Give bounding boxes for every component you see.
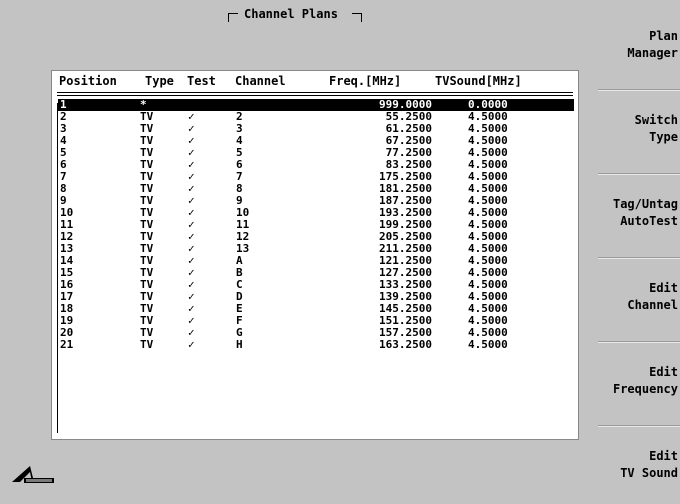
table-header: Position Type Test Channel Freq.[MHz] TV… bbox=[57, 74, 573, 92]
screen-title: Channel Plans bbox=[228, 6, 438, 28]
cell-tv-sound: 4.5000 bbox=[468, 338, 508, 351]
softkey-label-line2: Channel bbox=[627, 298, 678, 312]
softkey-divider bbox=[598, 89, 680, 91]
softkey-bar: Plan Manager Switch Type Tag/Untag AutoTest Ed… bbox=[598, 0, 680, 504]
softkey-divider bbox=[598, 341, 680, 343]
cell-freq: 163.2500 bbox=[379, 338, 432, 351]
header-tv-sound: TVSound[MHz] bbox=[435, 74, 522, 88]
softkey-divider bbox=[598, 425, 680, 427]
softkey-label-line1: Edit bbox=[649, 281, 678, 295]
header-position: Position bbox=[59, 74, 117, 88]
softkey-label-line1: Tag/Untag bbox=[612, 197, 678, 211]
plan-manager-softkey[interactable]: Plan Manager bbox=[596, 28, 678, 62]
cell-channel: H bbox=[236, 338, 243, 351]
edit-tv-sound-softkey[interactable]: Edit TV Sound bbox=[596, 448, 678, 482]
tag-untag-autotest-softkey[interactable]: Tag/Untag AutoTest bbox=[596, 196, 678, 230]
title-bracket-left bbox=[228, 13, 238, 22]
avantron-logo-icon bbox=[10, 462, 56, 484]
table-row[interactable]: 21 TV ✓ H 163.2500 4.5000 bbox=[58, 339, 574, 351]
cell-position: 21 bbox=[60, 338, 74, 351]
edit-channel-softkey[interactable]: Edit Channel bbox=[596, 280, 678, 314]
title-bracket-right bbox=[352, 13, 362, 22]
header-divider-bottom bbox=[57, 95, 573, 96]
softkey-label-line2: TV Sound bbox=[620, 466, 678, 480]
switch-type-softkey[interactable]: Switch Type bbox=[596, 112, 678, 146]
softkey-label-line2: Manager bbox=[627, 46, 678, 60]
screen-title-text: Channel Plans bbox=[244, 7, 338, 21]
softkey-label-line2: Frequency bbox=[612, 382, 678, 396]
softkey-divider bbox=[598, 257, 680, 259]
header-channel: Channel bbox=[235, 74, 286, 88]
channel-table-panel: Position Type Test Channel Freq.[MHz] TV… bbox=[51, 70, 579, 440]
softkey-divider bbox=[598, 173, 680, 175]
cell-test: ✓ bbox=[188, 338, 195, 351]
edit-frequency-softkey[interactable]: Edit Frequency bbox=[596, 364, 678, 398]
softkey-label-line1: Plan bbox=[649, 29, 678, 43]
softkey-label-line2: Type bbox=[649, 130, 678, 144]
softkey-label-line1: Edit bbox=[649, 365, 678, 379]
softkey-label-line1: Edit bbox=[649, 449, 678, 463]
header-divider-top bbox=[57, 92, 573, 93]
header-freq: Freq.[MHz] bbox=[329, 74, 402, 88]
header-type: Type bbox=[145, 74, 174, 88]
header-test: Test bbox=[187, 74, 216, 88]
cell-type: TV bbox=[140, 338, 154, 351]
softkey-label-line2: AutoTest bbox=[620, 214, 678, 228]
softkey-label-line1: Switch bbox=[634, 113, 678, 127]
